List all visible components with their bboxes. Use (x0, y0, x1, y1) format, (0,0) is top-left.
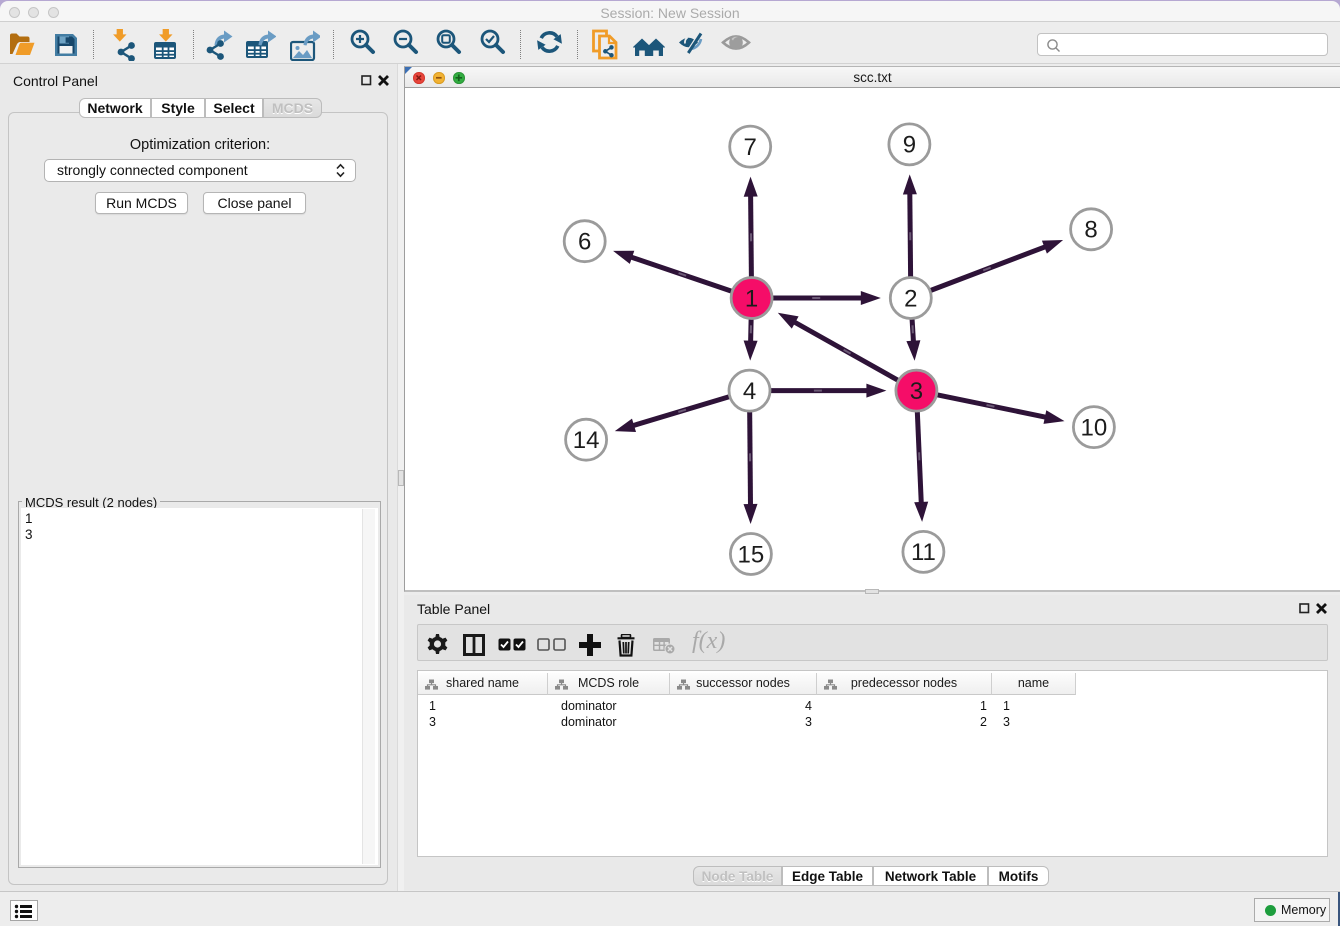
svg-text:8: 8 (1084, 217, 1097, 244)
svg-text:2: 2 (904, 285, 917, 312)
svg-text:9: 9 (903, 132, 916, 159)
svg-text:10: 10 (1081, 414, 1108, 441)
svg-text:6: 6 (578, 229, 591, 256)
svg-text:11: 11 (911, 539, 936, 566)
svg-text:1: 1 (745, 285, 758, 312)
svg-text:3: 3 (910, 378, 923, 405)
svg-text:15: 15 (738, 541, 765, 568)
svg-text:14: 14 (573, 427, 600, 454)
svg-text:4: 4 (743, 378, 756, 405)
svg-text:7: 7 (744, 134, 757, 161)
